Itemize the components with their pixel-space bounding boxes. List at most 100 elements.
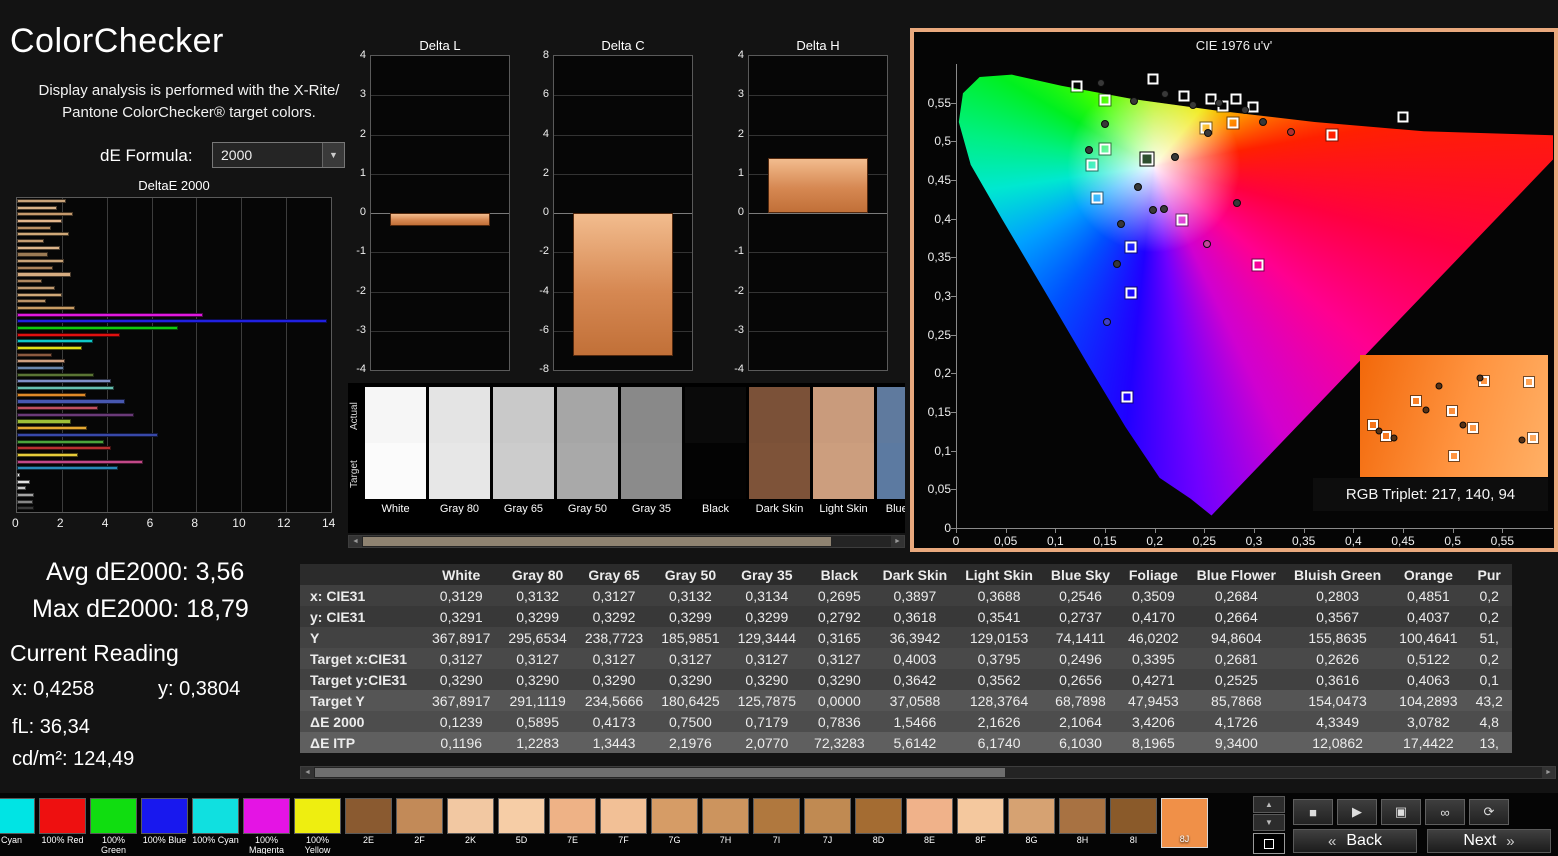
- target-marker: [1070, 79, 1084, 93]
- pattern-button-5d[interactable]: 5D: [498, 798, 545, 854]
- pattern-window-button[interactable]: ▣: [1381, 799, 1421, 825]
- pattern-button-7g[interactable]: 7G: [651, 798, 698, 854]
- scroll-right-icon[interactable]: ►: [1542, 767, 1555, 778]
- spinner-down-icon[interactable]: ▼: [1253, 814, 1285, 831]
- table-cell: 0,3127: [439, 650, 483, 667]
- swatch-target: [493, 443, 554, 499]
- swatch-target: [813, 443, 874, 499]
- table-cell: 0,3299: [669, 608, 712, 625]
- table-cell: 3,0782: [1406, 713, 1450, 730]
- pattern-button-100-red[interactable]: 100% Red: [39, 798, 86, 854]
- pattern-button-8h[interactable]: 8H: [1059, 798, 1106, 854]
- scroll-right-icon[interactable]: ►: [891, 536, 904, 547]
- table-cell: 8,1965: [1131, 734, 1175, 751]
- axis-tick: [1452, 528, 1454, 533]
- axis-tick: [951, 102, 956, 104]
- pattern-button-100-yellow[interactable]: 100% Yellow: [294, 798, 341, 854]
- pattern-button-100-magenta[interactable]: 100% Magenta: [243, 798, 290, 854]
- table-cell: 17,4422: [1403, 734, 1454, 751]
- table-cell: 0,3541: [977, 608, 1021, 625]
- pattern-button-100-cyan[interactable]: 100% Cyan: [192, 798, 239, 854]
- delta-c-chart: Delta C 8 6 4 2 0 -2 -4 -6 -8: [523, 38, 695, 394]
- pattern-button-7i[interactable]: 7I: [753, 798, 800, 854]
- pattern-label: 100% Blue: [142, 835, 187, 845]
- continuous-measure-button[interactable]: ∞: [1425, 799, 1465, 825]
- gridline: [106, 198, 108, 512]
- play-button[interactable]: ▶: [1337, 799, 1377, 825]
- pattern-label: 7J: [822, 835, 833, 845]
- pattern-button-7j[interactable]: 7J: [804, 798, 851, 854]
- deltae-bar: [17, 366, 65, 371]
- pattern-button-100-blue[interactable]: 100% Blue: [141, 798, 188, 854]
- gridline: [371, 291, 509, 293]
- pattern-button-2e[interactable]: 2E: [345, 798, 392, 854]
- table-cell: 0,3134: [745, 587, 789, 604]
- column-header: Black: [805, 564, 874, 585]
- axis-tick-label: 0: [542, 206, 549, 218]
- table-scrollbar[interactable]: ◄ ►: [300, 766, 1556, 779]
- pattern-button-2f[interactable]: 2F: [396, 798, 443, 854]
- pattern-button-7f[interactable]: 7F: [600, 798, 647, 854]
- gridline: [371, 330, 509, 332]
- axis-tick-label: 0,55: [927, 95, 951, 110]
- pattern-swatch: [0, 798, 35, 834]
- de-formula-dropdown[interactable]: 2000 ▼: [212, 142, 345, 168]
- pattern-swatch: [651, 798, 698, 834]
- measurement-marker: [1130, 97, 1138, 106]
- column-header: Gray 80: [499, 564, 576, 585]
- pattern-button-7h[interactable]: 7H: [702, 798, 749, 854]
- swatch-gray-65: Gray 65: [493, 387, 554, 515]
- deltae-bar: [17, 399, 125, 404]
- pattern-button-8f[interactable]: 8F: [957, 798, 1004, 854]
- inset-target-marker: [1466, 422, 1479, 435]
- measurement-marker: [1112, 259, 1121, 268]
- stop-button[interactable]: ■: [1293, 799, 1333, 825]
- gridline: [554, 134, 692, 136]
- table-row: ΔE 2000 0,1239 0,5895 0,4173 0,7500 0,7179 0,7…: [300, 711, 1512, 732]
- pattern-button-8e[interactable]: 8E: [906, 798, 953, 854]
- deltae-bar: [17, 265, 53, 270]
- swatch-gray-50: Gray 50: [557, 387, 618, 515]
- axis-tick-label: 0,25: [1192, 534, 1216, 548]
- axis-tick-label: 0,5: [1444, 534, 1461, 548]
- swatch-scrollbar[interactable]: ◄ ►: [348, 535, 905, 548]
- next-button[interactable]: Next »: [1427, 829, 1551, 853]
- scroll-left-icon[interactable]: ◄: [301, 767, 314, 778]
- scrollbar-thumb[interactable]: [363, 537, 831, 546]
- table-cell: 0,2695: [817, 587, 861, 604]
- back-button[interactable]: « Back: [1293, 829, 1417, 853]
- blank-pattern-button[interactable]: [1253, 833, 1285, 854]
- scroll-left-icon[interactable]: ◄: [349, 536, 362, 547]
- pattern-button-8j[interactable]: 8J: [1161, 798, 1208, 848]
- table-cell: 0,4003: [893, 650, 937, 667]
- pattern-swatch: [345, 798, 392, 834]
- pattern-button-8d[interactable]: 8D: [855, 798, 902, 854]
- scrollbar-thumb[interactable]: [315, 768, 1005, 777]
- table-cell: 0,2681: [1214, 650, 1258, 667]
- pattern-label: 100% Yellow: [304, 835, 331, 854]
- pattern-button-cyan[interactable]: Cyan: [0, 798, 35, 854]
- axis-tick-label: 0,1: [1046, 534, 1064, 548]
- axis-tick-label: 0,15: [927, 405, 951, 419]
- table-cell: 0,2737: [1059, 608, 1102, 625]
- current-reading-marker: [1139, 151, 1155, 167]
- deltae-plot: [16, 197, 332, 513]
- swatch-gray-35: Gray 35: [621, 387, 682, 515]
- axis-tick-label: -1: [356, 245, 366, 258]
- column-header: Pur: [1466, 564, 1512, 585]
- spinner-up-icon[interactable]: ▲: [1253, 796, 1285, 813]
- pattern-button-8i[interactable]: 8I: [1110, 798, 1157, 854]
- axis-tick-label: 0,3: [1245, 534, 1263, 548]
- table-cell: 0,7179: [745, 713, 789, 730]
- delta-l-plot: [370, 55, 510, 371]
- deltae-bar: [17, 219, 62, 224]
- current-x-stat: x: 0,4258: [12, 678, 95, 700]
- pattern-button-2k[interactable]: 2K: [447, 798, 494, 854]
- pattern-button-100-green[interactable]: 100% Green: [90, 798, 137, 854]
- pattern-button-8g[interactable]: 8G: [1008, 798, 1055, 854]
- swatch-label: Light Skin: [819, 503, 868, 515]
- table-cell: 0,4170: [1131, 608, 1175, 625]
- deltae-bar: [17, 245, 60, 250]
- pattern-button-7e[interactable]: 7E: [549, 798, 596, 854]
- refresh-button[interactable]: ⟳: [1469, 799, 1509, 825]
